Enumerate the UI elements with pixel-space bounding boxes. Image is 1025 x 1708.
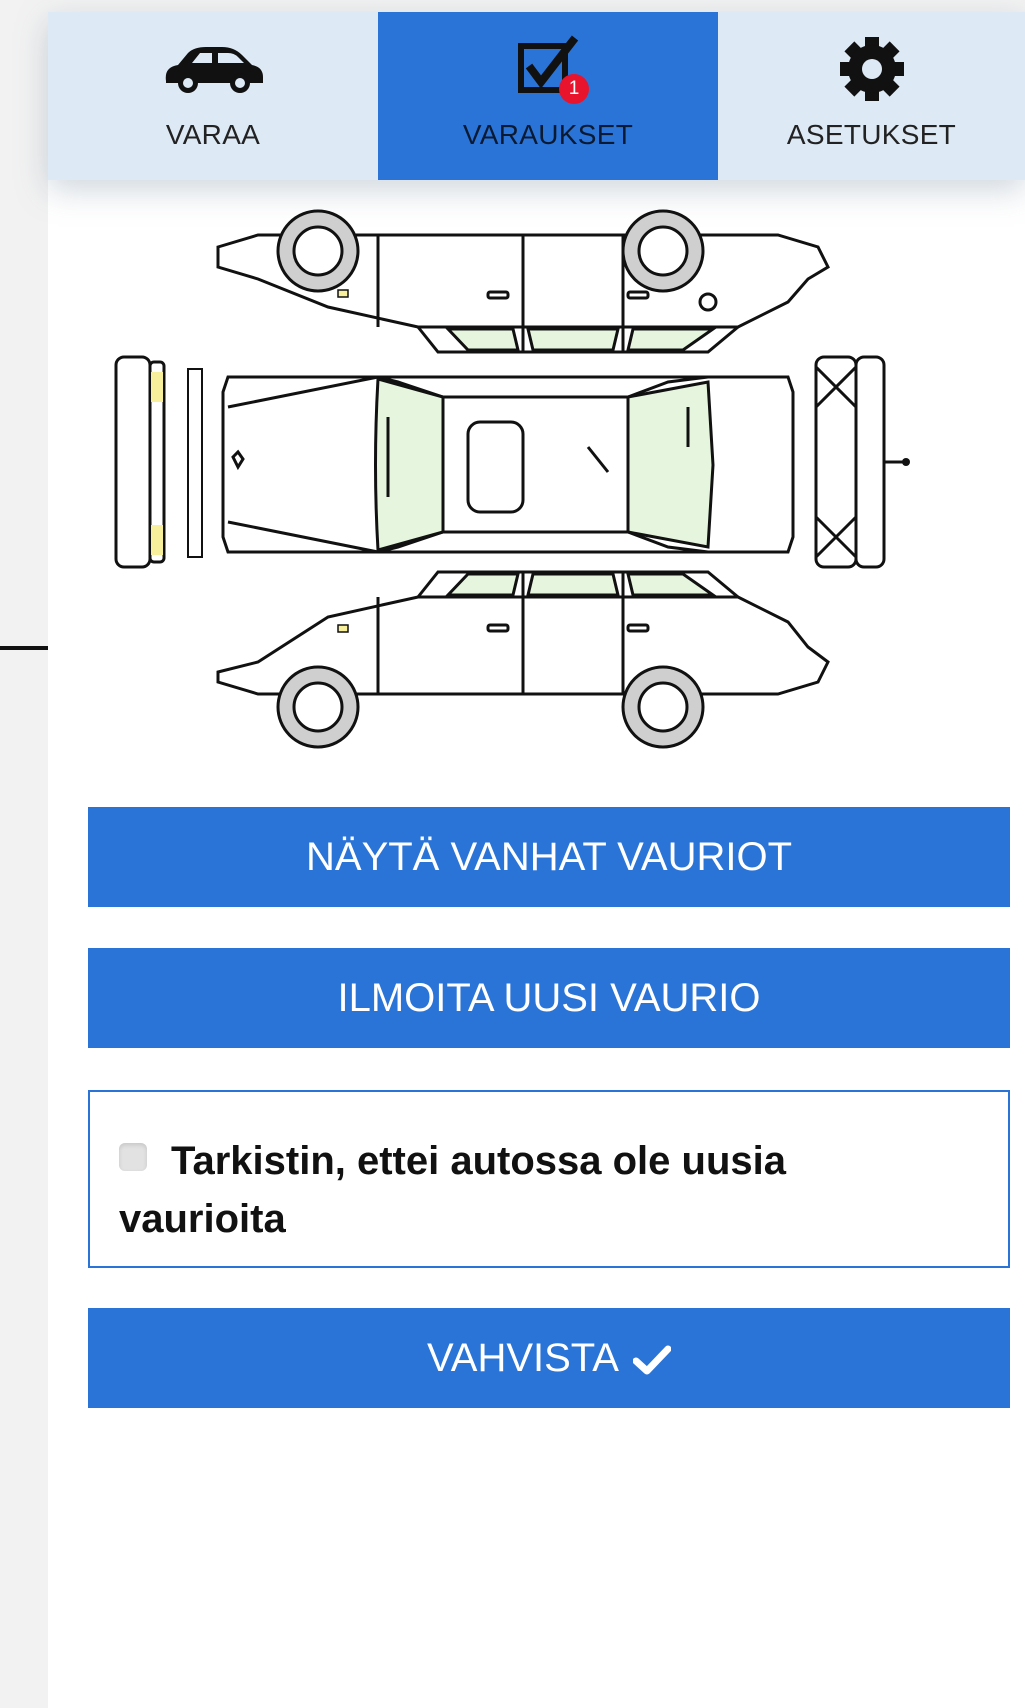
tab-label: ASETUKSET [786,119,957,150]
confirm-label: VAHVISTA [427,1336,619,1380]
checklist-icon: 1 [378,34,718,104]
gear-icon [718,34,1025,104]
app-screen: VARAA 1 VARAUKSET ASETUKSET NÄYTÄ VANHAT… [48,12,1025,1708]
confirm-button[interactable]: VAHVISTA [88,1308,1010,1408]
tab-varaukset[interactable]: 1 VARAUKSET [378,12,718,180]
tab-label: VARAUKSET [462,119,634,150]
car-damage-diagram[interactable] [88,207,988,792]
tab-bar: VARAA 1 VARAUKSET ASETUKSET [48,12,1025,180]
checkmark-icon [632,1312,672,1412]
car-icon [48,34,378,104]
tab-label: VARAA [165,119,261,150]
left-edge-divider [0,646,48,650]
tab-varaa[interactable]: VARAA [48,12,378,180]
report-new-damage-button[interactable]: ILMOITA UUSI VAURIO [88,948,1010,1048]
notification-badge: 1 [559,74,589,104]
tab-asetukset[interactable]: ASETUKSET [718,12,1025,180]
no-new-damage-confirmation[interactable]: Tarkistin, ettei autossa ole uusia vauri… [88,1090,1010,1268]
confirmation-text: Tarkistin, ettei autossa ole uusia vauri… [119,1139,786,1241]
show-old-damages-button[interactable]: NÄYTÄ VANHAT VAURIOT [88,807,1010,907]
